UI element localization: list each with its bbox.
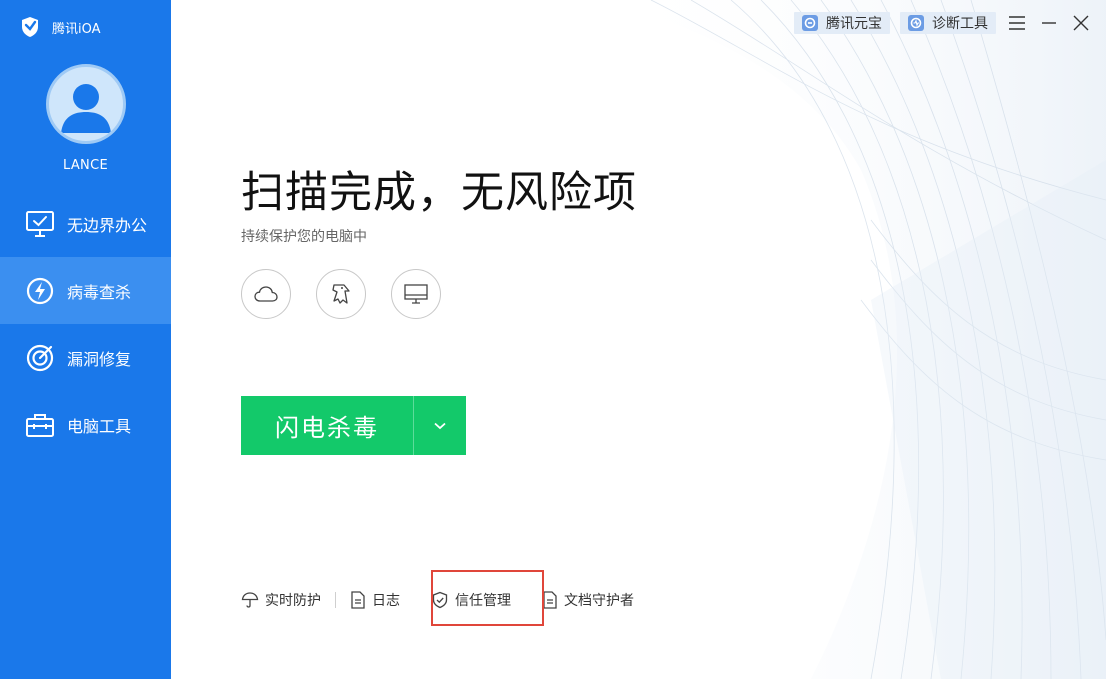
chevron-down-icon: [434, 422, 446, 429]
target-icon: [25, 343, 55, 373]
lightning-shield-icon: [25, 276, 55, 306]
yuanbao-label: 腾讯元宝: [826, 16, 882, 32]
app-brand: 腾讯iOA: [20, 16, 101, 38]
terminal-protection-button[interactable]: [391, 269, 441, 319]
hawk-protection-button[interactable]: [316, 269, 366, 319]
document-guardian-link[interactable]: 文档守护者: [542, 590, 634, 610]
menu-icon[interactable]: [1006, 12, 1028, 34]
sidebar-item-borderless-office[interactable]: 无边界办公: [0, 190, 171, 257]
sidebar-nav: 无边界办公 病毒查杀 漏洞修复 电脑工具: [0, 190, 171, 458]
yuanbao-icon: [802, 15, 818, 31]
protection-status-text: 持续保护您的电脑中: [241, 229, 367, 245]
quick-scan-button[interactable]: 闪电杀毒: [241, 396, 413, 455]
ioa-logo-icon: [22, 17, 38, 37]
sidebar-item-pc-tools[interactable]: 电脑工具: [0, 391, 171, 458]
diagnose-icon: [908, 15, 924, 31]
quick-scan-group: 闪电杀毒: [241, 396, 466, 455]
main-panel: 腾讯元宝 诊断工具 扫描完成，无风险项 持续保护您的电脑中 闪电杀毒 实时防护 …: [171, 0, 1106, 679]
highlight-box: [431, 570, 544, 626]
divider: [414, 592, 415, 608]
sidebar: 腾讯iOA LANCE 无边界办公 病毒查杀 漏洞修复 电脑工具: [0, 0, 171, 679]
umbrella-icon: [241, 592, 259, 608]
link-label: 文档守护者: [564, 593, 634, 609]
protection-icons: [241, 269, 441, 319]
sidebar-item-label: 漏洞修复: [67, 349, 132, 369]
diagnose-tool-button[interactable]: 诊断工具: [900, 12, 996, 34]
sidebar-item-label: 电脑工具: [67, 416, 132, 436]
close-icon[interactable]: [1070, 12, 1092, 34]
user-avatar-icon: [61, 84, 111, 133]
username: LANCE: [63, 158, 108, 173]
sidebar-item-label: 病毒查杀: [67, 282, 132, 302]
log-link[interactable]: 日志: [350, 590, 400, 610]
sidebar-item-virus-scan[interactable]: 病毒查杀: [0, 257, 171, 324]
monitor-check-icon: [25, 209, 55, 239]
document-icon: [351, 591, 365, 609]
link-label: 日志: [372, 593, 400, 609]
top-bar: 腾讯元宝 诊断工具: [794, 12, 1092, 34]
sidebar-item-vulnerability-fix[interactable]: 漏洞修复: [0, 324, 171, 391]
scan-result-title: 扫描完成，无风险项: [241, 168, 637, 218]
cloud-icon: [254, 286, 278, 302]
app-title: 腾讯iOA: [52, 21, 101, 37]
monitor-icon: [404, 284, 428, 304]
divider: [335, 592, 336, 608]
document-icon: [543, 591, 557, 609]
sidebar-item-label: 无边界办公: [67, 215, 148, 235]
ioa-window: 腾讯iOA LANCE 无边界办公 病毒查杀 漏洞修复 电脑工具 腾讯元宝 诊断…: [0, 0, 1106, 679]
yuanbao-button[interactable]: 腾讯元宝: [794, 12, 890, 34]
avatar[interactable]: [46, 64, 126, 144]
realtime-protection-link[interactable]: 实时防护: [241, 590, 321, 610]
link-label: 实时防护: [265, 593, 321, 609]
diagnose-label: 诊断工具: [932, 16, 988, 32]
background-art: [601, 0, 1106, 679]
hawk-icon: [332, 284, 350, 304]
cloud-protection-button[interactable]: [241, 269, 291, 319]
toolbox-icon: [25, 410, 55, 440]
minimize-icon[interactable]: [1038, 12, 1060, 34]
scan-options-dropdown[interactable]: [414, 396, 466, 455]
